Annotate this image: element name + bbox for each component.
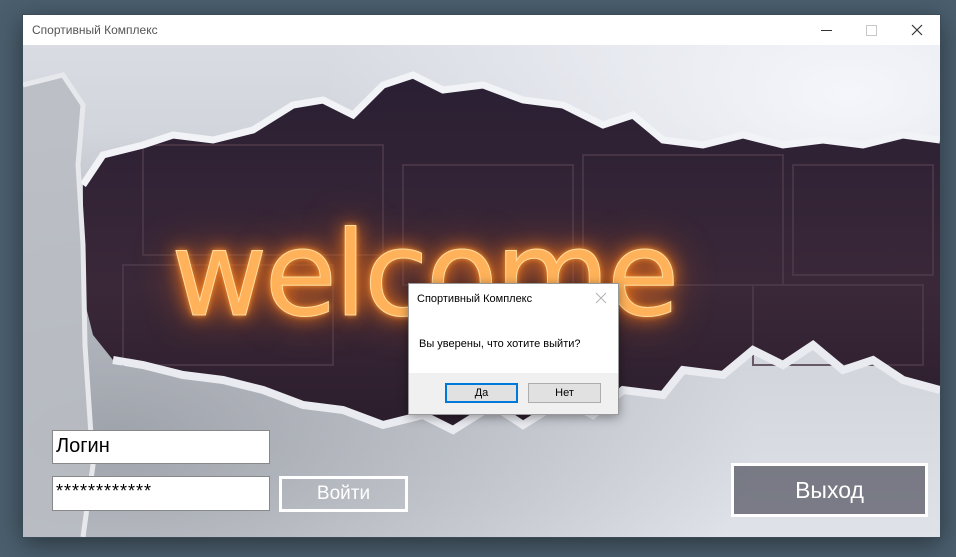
password-input[interactable]: ************: [52, 476, 270, 511]
maximize-button[interactable]: [848, 15, 894, 45]
close-button[interactable]: [894, 15, 940, 45]
minimize-button[interactable]: [803, 15, 849, 45]
close-icon: [911, 24, 923, 36]
dialog-message: Вы уверены, что хотите выйти?: [419, 338, 581, 350]
confirm-exit-dialog: Спортивный Комплекс Вы уверены, что хоти…: [408, 283, 619, 415]
close-icon[interactable]: [595, 292, 607, 304]
window-title: Спортивный Комплекс: [32, 23, 158, 37]
login-button[interactable]: Войти: [279, 476, 408, 512]
dialog-footer: Да Нет: [409, 373, 618, 414]
dialog-title: Спортивный Комплекс: [417, 293, 533, 305]
yes-button[interactable]: Да: [445, 383, 518, 403]
app-window: Спортивный Комплекс welcome Логин ******…: [23, 15, 940, 537]
title-bar[interactable]: Спортивный Комплекс: [23, 15, 940, 45]
no-button[interactable]: Нет: [528, 383, 601, 403]
exit-button[interactable]: Выход: [731, 463, 928, 517]
login-input[interactable]: Логин: [52, 430, 270, 464]
